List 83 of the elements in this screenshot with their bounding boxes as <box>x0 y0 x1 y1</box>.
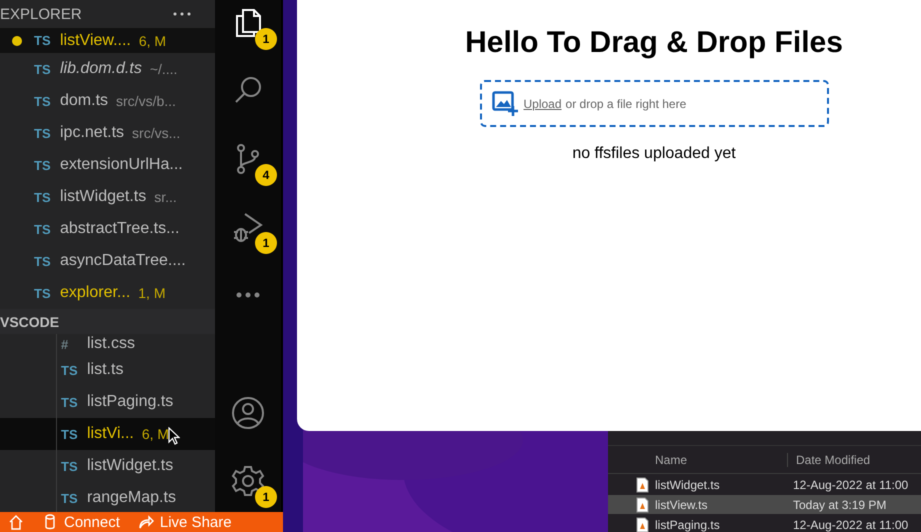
file-name: asyncDataTree.... <box>60 252 186 270</box>
file-name: listView.... <box>60 32 131 50</box>
file-name: extensionUrlHa... <box>60 156 183 174</box>
upload-status-text: no ffsfiles uploaded yet <box>572 145 736 163</box>
date-modified: 12-Aug-2022 at 11:00 <box>792 518 908 532</box>
home-icon[interactable] <box>8 514 24 530</box>
file-name: listWidget.ts <box>654 478 721 492</box>
file-type-icon: TS <box>34 286 60 300</box>
open-editor-item[interactable]: TS listView.... 6, M <box>0 28 215 53</box>
tree-item[interactable]: TS list.ts <box>0 354 215 386</box>
image-upload-icon <box>492 90 518 116</box>
tree-item[interactable]: TS listVi... 6, M <box>0 418 215 450</box>
open-editor-item[interactable]: TS asyncDataTree.... <box>0 245 215 277</box>
document-icon <box>636 516 649 532</box>
more-icon[interactable] <box>173 12 191 16</box>
file-name: abstractTree.ts... <box>60 220 180 238</box>
explorer-title: EXPLORER <box>0 6 82 22</box>
page-heading: Hello To Drag & Drop Files <box>465 26 843 60</box>
file-type-icon: TS <box>34 190 60 204</box>
open-editor-item[interactable]: TS extensionUrlHa... <box>0 149 215 181</box>
file-name: listPaging.ts <box>654 518 721 532</box>
file-name: listVi... <box>87 425 134 443</box>
file-type-icon: TS <box>61 458 87 474</box>
file-name: rangeMap.ts <box>87 489 176 507</box>
file-name: explorer... <box>60 284 130 302</box>
document-icon <box>636 496 649 512</box>
file-type-icon: TS <box>34 62 60 76</box>
file-path: ~/.... <box>150 61 178 77</box>
file-type-icon: TS <box>34 222 60 236</box>
account-icon[interactable] <box>231 396 265 430</box>
column-header[interactable]: Date Modified <box>788 452 870 466</box>
file-name: listView.ts <box>654 498 708 512</box>
file-type-icon: TS <box>34 126 60 140</box>
tree-item[interactable]: TS listWidget.ts <box>0 450 215 482</box>
open-editor-item[interactable]: TS dom.ts src/vs/b... <box>0 85 215 117</box>
file-type-icon: TS <box>34 33 60 48</box>
tree-item[interactable]: # list.css <box>0 334 215 354</box>
count-badge: 4 <box>255 164 277 186</box>
open-editor-item[interactable]: TS listWidget.ts sr... <box>0 181 215 213</box>
file-type-icon: TS <box>34 94 60 108</box>
cursor-icon <box>168 427 180 445</box>
file-row[interactable]: listPaging.ts 12-Aug-2022 at 11:00 <box>608 515 921 532</box>
unsaved-dot <box>12 36 22 46</box>
dropzone-hint: or drop a file right here <box>566 96 686 110</box>
file-name: listWidget.ts <box>87 457 174 475</box>
file-type-icon: TS <box>61 394 87 410</box>
count-badge: 1 <box>255 232 277 254</box>
count-badge: 1 <box>255 28 277 50</box>
file-name: ipc.net.ts <box>60 124 124 142</box>
open-editor-item[interactable]: TS ipc.net.ts src/vs... <box>0 117 215 149</box>
file-row[interactable]: listWidget.ts 12-Aug-2022 at 11:00 <box>608 475 921 494</box>
file-type-icon: # <box>61 336 87 352</box>
file-path: 1, M <box>138 285 166 301</box>
file-type-icon: TS <box>34 158 60 172</box>
share-arrow-icon[interactable] <box>138 514 154 530</box>
file-status: 6, M <box>142 426 170 442</box>
file-type-icon: TS <box>61 426 87 442</box>
date-modified: Today at 3:19 PM <box>792 498 886 512</box>
file-path: src/vs/b... <box>116 93 176 109</box>
file-name: listWidget.ts <box>60 188 146 206</box>
upload-link[interactable]: Upload <box>524 96 562 110</box>
column-header[interactable]: Name <box>608 452 788 466</box>
file-type-icon: TS <box>61 362 87 378</box>
count-badge: 1 <box>255 486 277 508</box>
file-path: 6, M <box>138 32 166 48</box>
open-editor-item[interactable]: TS abstractTree.ts... <box>0 213 215 245</box>
file-path: sr... <box>154 189 177 205</box>
open-editor-item[interactable]: TS lib.dom.d.ts ~/.... <box>0 53 215 85</box>
file-row[interactable]: listView.ts Today at 3:19 PM <box>608 495 921 514</box>
file-name: list.css <box>87 335 135 353</box>
open-editor-item[interactable]: TS explorer... 1, M <box>0 277 215 309</box>
section-header[interactable]: VSCODE <box>0 309 215 334</box>
document-icon <box>636 476 649 492</box>
settings-icon[interactable] <box>231 464 265 498</box>
file-type-icon: TS <box>34 254 60 268</box>
file-name: dom.ts <box>60 92 108 110</box>
file-name: listPaging.ts <box>87 393 174 411</box>
dropzone[interactable]: Upload or drop a file right here <box>480 80 828 127</box>
file-type-icon: TS <box>61 490 87 506</box>
file-name: lib.dom.d.ts <box>60 60 142 78</box>
file-path: src/vs... <box>132 125 180 141</box>
file-name: list.ts <box>87 361 124 379</box>
date-modified: 12-Aug-2022 at 11:00 <box>792 478 908 492</box>
